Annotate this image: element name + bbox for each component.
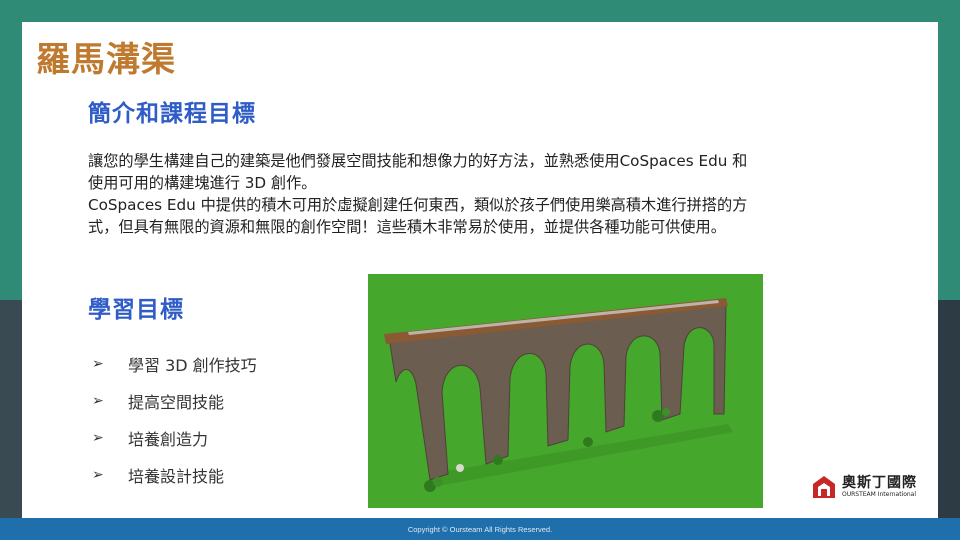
intro-line: 使用可用的構建塊進行 3D 創作。 bbox=[88, 174, 317, 192]
footer-bar: Copyright © Oursteam All Rights Reserved… bbox=[0, 518, 960, 540]
company-logo: 奧斯丁國際 OURSTEAM International bbox=[811, 474, 917, 500]
arrowhead-bullet-icon: ➢ bbox=[92, 355, 104, 372]
goals-heading: 學習目標 bbox=[88, 297, 184, 323]
intro-paragraph: 讓您的學生構建自己的建築是他們發展空間技能和想像力的好方法，並熟悉使用CoSpa… bbox=[88, 150, 908, 238]
slide-title: 羅馬溝渠 bbox=[36, 40, 176, 80]
aqueduct-image bbox=[368, 274, 763, 508]
bush bbox=[662, 408, 670, 416]
rock bbox=[456, 464, 464, 472]
goal-item: ➢ 提高空間技能 bbox=[92, 382, 257, 419]
bush bbox=[433, 477, 443, 487]
copyright-text: Copyright © Oursteam All Rights Reserved… bbox=[407, 524, 553, 534]
goal-label: 培養設計技能 bbox=[128, 466, 225, 486]
bush bbox=[493, 455, 503, 465]
intro-heading: 簡介和課程目標 bbox=[88, 101, 256, 127]
logo-name-en: OURSTEAM International bbox=[842, 490, 917, 498]
goal-item: ➢ 培養創造力 bbox=[92, 419, 257, 456]
goal-item: ➢ 學習 3D 創作技巧 bbox=[92, 345, 257, 382]
goal-label: 培養創造力 bbox=[128, 429, 209, 449]
arrowhead-bullet-icon: ➢ bbox=[92, 392, 104, 409]
house-logo-icon bbox=[813, 476, 835, 498]
logo-text: 奧斯丁國際 OURSTEAM International bbox=[842, 474, 917, 499]
bush bbox=[583, 437, 593, 447]
arrowhead-bullet-icon: ➢ bbox=[92, 429, 104, 446]
goal-label: 提高空間技能 bbox=[128, 392, 225, 412]
intro-line: 式，但具有無限的資源和無限的創作空間！這些積木非常易於使用，並提供各種功能可供使… bbox=[88, 218, 726, 236]
goal-item: ➢ 培養設計技能 bbox=[92, 456, 257, 493]
goals-list: ➢ 學習 3D 創作技巧 ➢ 提高空間技能 ➢ 培養創造力 ➢ 培養設計技能 bbox=[92, 345, 257, 493]
logo-name-cn: 奧斯丁國際 bbox=[842, 474, 917, 491]
intro-line: 讓您的學生構建自己的建築是他們發展空間技能和想像力的好方法，並熟悉使用CoSpa… bbox=[88, 152, 748, 170]
arrowhead-bullet-icon: ➢ bbox=[92, 466, 104, 483]
goal-label: 學習 3D 創作技巧 bbox=[128, 355, 257, 375]
intro-line: CoSpaces Edu 中提供的積木可用於虛擬創建任何東西，類似於孩子們使用樂… bbox=[88, 196, 748, 214]
